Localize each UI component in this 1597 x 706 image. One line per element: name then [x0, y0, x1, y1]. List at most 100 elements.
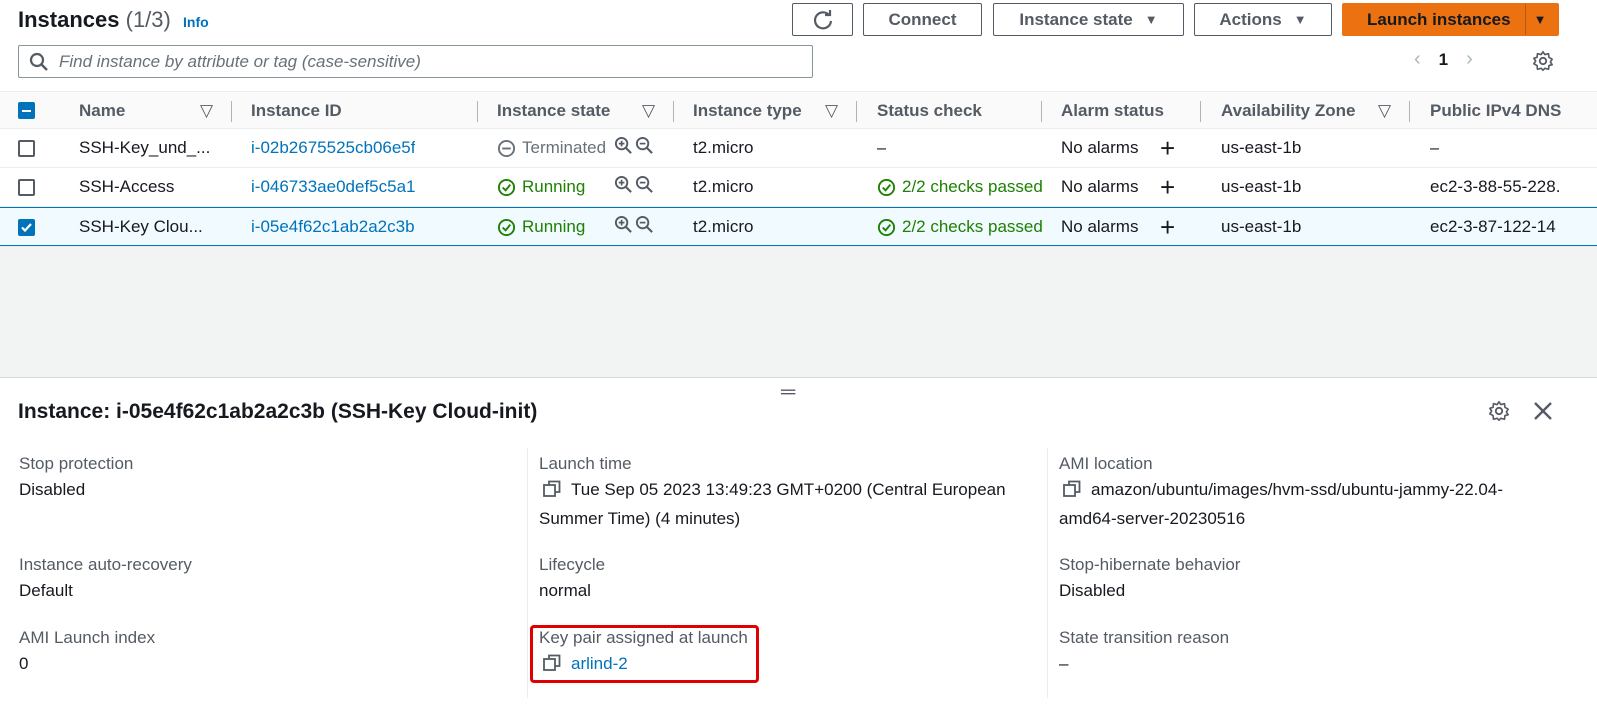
search-input[interactable] [59, 51, 799, 72]
launch-options-dropdown[interactable]: ▼ [1524, 4, 1555, 35]
next-page-icon[interactable]: › [1466, 48, 1473, 71]
launch-time-line2: Summer Time) (4 minutes) [539, 509, 741, 528]
public-dns: – [1430, 138, 1440, 157]
column-header-status-check[interactable]: Status check [877, 92, 982, 130]
column-header-instance-id[interactable]: Instance ID [251, 92, 342, 130]
zoom-in-icon[interactable] [614, 175, 633, 199]
caret-down-icon: ▼ [1533, 12, 1547, 27]
zoom-out-icon[interactable] [635, 215, 654, 239]
actions-dropdown[interactable]: Actions ▼ [1194, 3, 1332, 36]
instance-name: SSH-Key_und_... [79, 138, 211, 157]
sort-icon[interactable]: ▽ [642, 92, 655, 130]
state-zoom-controls [614, 168, 654, 206]
row-checkbox[interactable] [18, 219, 35, 236]
check-circle-icon [497, 218, 516, 236]
instance-type: t2.micro [693, 138, 754, 157]
launch-time-field: Launch time Tue Sep 05 2023 13:49:23 GMT… [539, 451, 1006, 532]
column-label: Instance type [693, 101, 802, 120]
zoom-in-icon[interactable] [614, 136, 633, 160]
details-settings-icon[interactable] [1488, 400, 1510, 427]
column-header-alarm-status[interactable]: Alarm status [1061, 92, 1164, 130]
column-divider[interactable] [1409, 101, 1410, 122]
ami-location-line1: amazon/ubuntu/images/hvm-ssd/ubuntu-jamm… [1091, 480, 1503, 499]
add-alarm-icon[interactable]: + [1160, 168, 1175, 206]
previous-page-icon[interactable]: ‹ [1414, 48, 1421, 71]
field-label: Instance auto-recovery [19, 555, 192, 574]
column-divider[interactable] [477, 101, 478, 122]
column-header-public-dns[interactable]: Public IPv4 DNS [1430, 92, 1561, 130]
column-label: Availability Zone [1221, 101, 1356, 120]
zoom-in-icon[interactable] [614, 215, 633, 239]
field-label: State transition reason [1059, 628, 1230, 647]
public-dns: ec2-3-87-122-14 [1430, 217, 1556, 236]
instance-id-link[interactable]: i-046733ae0def5c5a1 [251, 168, 415, 206]
state-zoom-controls [614, 208, 654, 246]
table-row[interactable]: SSH-Key Clou... i-05e4f62c1ab2a2c3b Runn… [0, 207, 1597, 246]
instance-state-cell: Running [497, 208, 585, 246]
current-page[interactable]: 1 [1439, 50, 1448, 70]
lifecycle-field: Lifecycle normal [539, 552, 605, 604]
zoom-out-icon[interactable] [635, 136, 654, 160]
instance-id-link[interactable]: i-02b2675525cb06e5f [251, 129, 415, 167]
field-value: Tue Sep 05 2023 13:49:23 GMT+0200 (Centr… [539, 477, 1006, 506]
terminated-icon [497, 139, 516, 157]
field-value: amazon/ubuntu/images/hvm-ssd/ubuntu-jamm… [1059, 477, 1503, 506]
refresh-icon [813, 9, 832, 29]
availability-zone: us-east-1b [1221, 138, 1302, 157]
highlight-box [530, 625, 759, 683]
alarm-status: No alarms [1061, 177, 1139, 196]
instance-name: SSH-Key Clou... [79, 217, 203, 236]
row-checkbox[interactable] [18, 179, 35, 196]
caret-down-icon: ▼ [1144, 12, 1158, 27]
column-divider[interactable] [1200, 101, 1201, 122]
status-text: 2/2 checks passed [902, 177, 1043, 196]
instance-details-panel: ═ Instance: i-05e4f62c1ab2a2c3b (SSH-Key… [0, 377, 1597, 706]
column-header-name[interactable]: Name [79, 92, 125, 130]
table-row[interactable]: SSH-Access i-046733ae0def5c5a1 Running t… [0, 168, 1597, 207]
sort-icon[interactable]: ▽ [825, 92, 838, 130]
info-link[interactable]: Info [183, 14, 209, 30]
refresh-button[interactable] [792, 3, 853, 36]
table-row[interactable]: SSH-Key_und_... i-02b2675525cb06e5f Term… [0, 129, 1597, 168]
state-zoom-controls [614, 129, 654, 167]
check-circle-icon [877, 178, 896, 196]
ami-location-field: AMI location amazon/ubuntu/images/hvm-ss… [1059, 451, 1503, 532]
zoom-out-icon[interactable] [635, 175, 654, 199]
launch-instances-button[interactable]: Launch instances [1343, 4, 1525, 35]
field-value: – [1059, 654, 1069, 673]
column-divider[interactable] [856, 101, 857, 122]
state-text: Terminated [522, 138, 607, 157]
close-icon[interactable] [1532, 400, 1554, 427]
column-label: Public IPv4 DNS [1430, 101, 1562, 120]
public-dns: ec2-3-88-55-228. [1430, 177, 1561, 196]
field-value: 0 [19, 654, 29, 673]
column-label: Instance state [497, 101, 611, 120]
add-alarm-icon[interactable]: + [1160, 129, 1175, 167]
instance-state-cell: Terminated [497, 129, 606, 167]
launch-instances-split-button: Launch instances ▼ [1342, 3, 1559, 36]
column-divider[interactable] [231, 101, 232, 122]
search-bar [18, 45, 813, 78]
instance-id-link[interactable]: i-05e4f62c1ab2a2c3b [251, 208, 415, 246]
row-checkbox[interactable] [18, 140, 35, 157]
column-divider[interactable] [673, 101, 674, 122]
column-divider[interactable] [1041, 101, 1042, 122]
table-settings-icon[interactable] [1532, 50, 1554, 77]
add-alarm-icon[interactable]: + [1160, 208, 1175, 246]
column-label: Alarm status [1061, 101, 1164, 120]
ami-location-line2: amd64-server-20230516 [1059, 509, 1246, 528]
alarm-status: No alarms [1061, 217, 1139, 236]
resize-handle-icon[interactable]: ═ [781, 381, 795, 404]
column-header-instance-type[interactable]: Instance type [693, 92, 802, 130]
instance-state-dropdown[interactable]: Instance state ▼ [993, 3, 1184, 36]
sort-icon[interactable]: ▽ [200, 92, 213, 130]
column-header-instance-state[interactable]: Instance state [497, 92, 610, 130]
check-circle-icon [877, 218, 896, 236]
select-all-checkbox[interactable] [18, 102, 35, 119]
copy-icon[interactable] [1063, 480, 1081, 506]
copy-icon[interactable] [543, 480, 561, 506]
column-label: Instance ID [251, 101, 342, 120]
sort-icon[interactable]: ▽ [1378, 92, 1391, 130]
connect-button[interactable]: Connect [863, 3, 982, 36]
column-header-availability-zone[interactable]: Availability Zone [1221, 92, 1355, 130]
